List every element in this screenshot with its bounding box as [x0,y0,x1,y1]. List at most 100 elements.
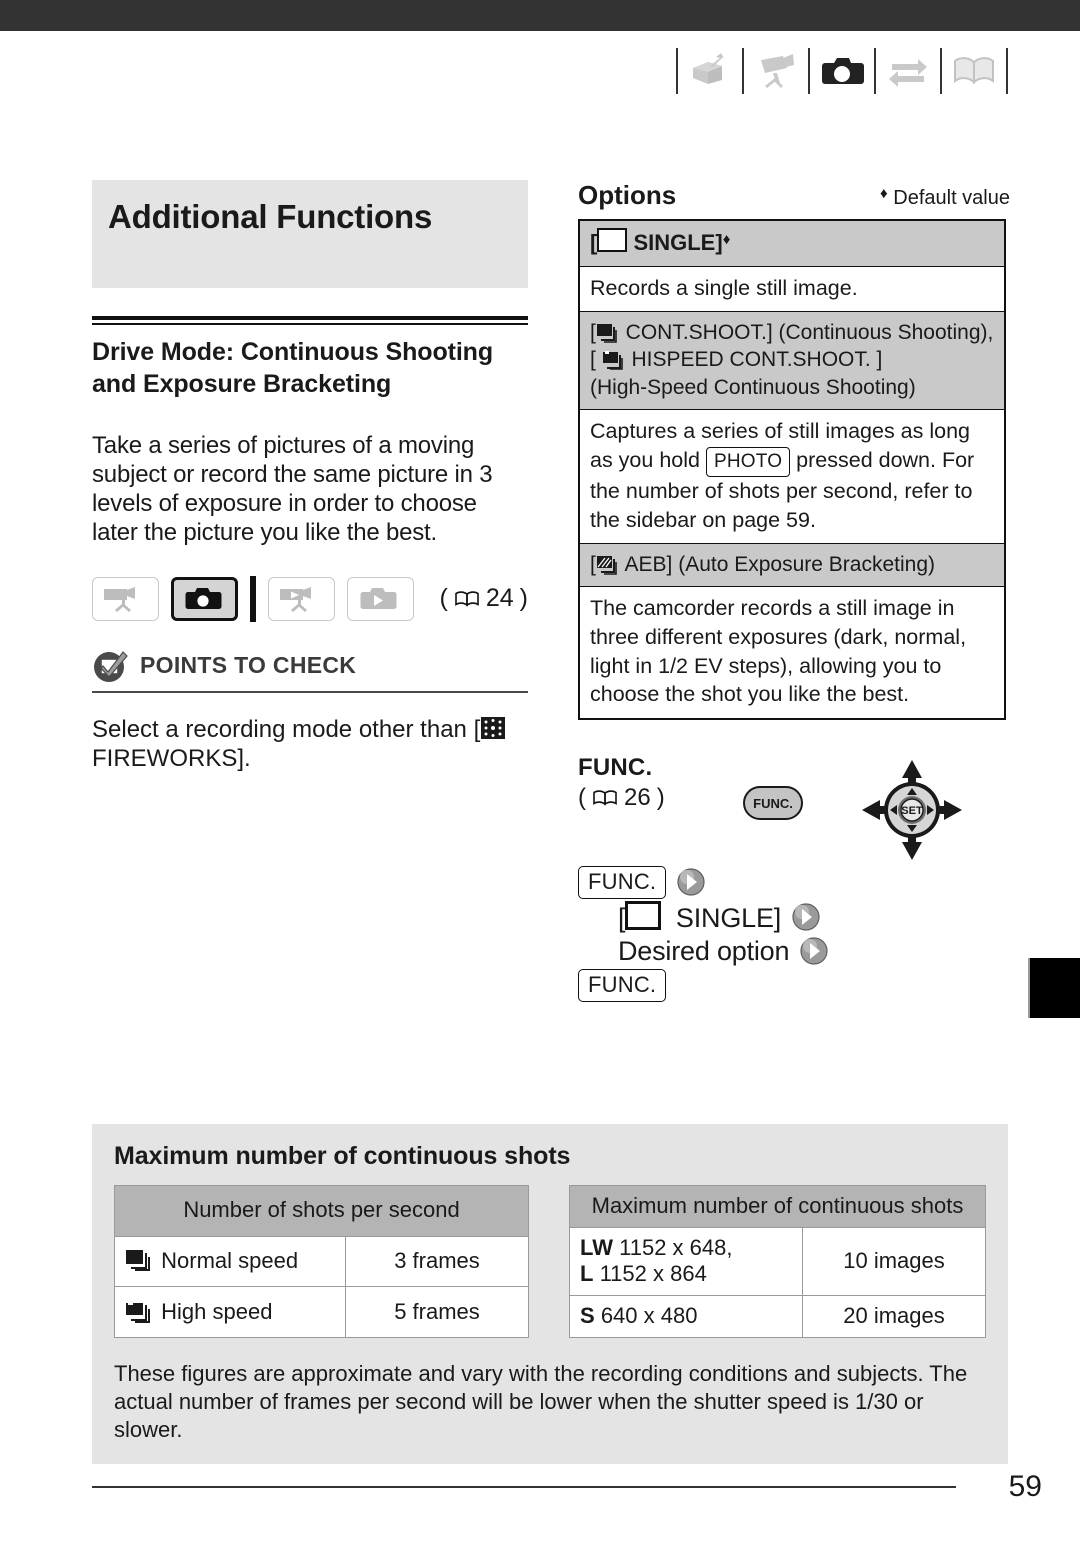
options-table: [ SINGLE]♦ Records a single still image.… [578,219,1006,720]
shots-per-second-header: Number of shots per second [114,1185,529,1237]
icon-divider [940,48,942,94]
default-marker-icon: ♦ [722,231,731,248]
points-to-check-label: POINTS TO CHECK [140,652,357,679]
intro-paragraph: Take a series of pictures of a moving su… [92,431,493,546]
mode-button-row: ( 24 ) [92,575,528,623]
footer-rule [92,1486,956,1488]
right-column: Options ♦ Default value [ SINGLE]♦ Recor… [578,180,1010,1002]
joystick-control-icon[interactable]: SET [860,758,964,862]
chapter-title: Additional Functions [108,198,433,235]
high-speed-cell: High speed [114,1286,346,1338]
mode-page-reference: ( 24 ) [440,584,528,613]
next-arrow-icon [677,868,705,896]
book-reference-icon [455,590,479,607]
camcorder-play-mode-button[interactable] [267,576,335,621]
camcorder-record-icon [748,47,804,95]
ptc-text-after: FIREWORKS]. [92,744,251,772]
bracket-close: ] [715,230,723,255]
ptc-text-before: Select a recording mode other than [ [92,715,481,743]
points-to-check-header: POINTS TO CHECK [92,647,528,685]
shots-per-second-table: Number of shots per second Normal speed … [114,1185,529,1338]
icon-divider [742,48,744,94]
icon-divider [808,48,810,94]
func-step-4: FUNC. [578,968,829,1002]
size-badge-s: S [580,1303,595,1328]
max-shots-value-s: 20 images [802,1295,986,1338]
table-row: LW 1152 x 648, L 1152 x 864 10 images [569,1227,986,1296]
option-body-continuous: Captures a series of still images as lon… [580,410,1004,545]
sidebar-panel: Maximum number of continuous shots Numbe… [92,1124,1008,1465]
func-procedure-block: FUNC. ( 26 ) FUNC. SET FUNC. [SINGLE] D… [578,754,1010,1002]
sidebar-title: Maximum number of continuous shots [114,1142,571,1170]
mode-group-divider [250,575,256,622]
normal-speed-cell: Normal speed [114,1235,346,1288]
func-hardware-button[interactable]: FUNC. [742,782,804,824]
camcorder-record-mode-button[interactable] [92,576,159,621]
func-step-button[interactable]: FUNC. [578,865,667,899]
page-edge-tab [1028,958,1080,1018]
bracket-open: [ [590,230,598,255]
table-header-row: Number of shots per second [114,1185,529,1237]
func-step-list: FUNC. [ SINGLE] Desired option FUNC. [578,865,829,1004]
high-speed-value: 5 frames [345,1286,529,1338]
options-title: Options [578,180,677,210]
func-step-2: [ SINGLE] [618,900,829,934]
max-shots-header: Maximum number of continuous shots [569,1185,986,1228]
cont-shoot-line-2: [ HISPEED CONT.SHOOT. ] [590,348,883,372]
continuous-shooting-icon [596,321,620,344]
options-header: Options ♦ Default value [578,180,1010,211]
svg-text:SET: SET [901,805,923,817]
func-step-button-close[interactable]: FUNC. [578,968,667,1002]
normal-speed-value: 3 frames [345,1235,529,1288]
normal-speed-label: Normal speed [161,1247,299,1273]
high-speed-label: High speed [161,1298,273,1324]
top-dark-bar [0,0,1080,31]
size-badge-lw: LW [580,1235,613,1260]
sidebar-tables: Number of shots per second Normal speed … [114,1185,986,1338]
paren-open: ( [439,584,448,613]
high-speed-burst-icon [125,1299,155,1324]
section-title: Drive Mode: Continuous Shooting and Expo… [92,338,494,398]
func-step-1: FUNC. [578,865,829,899]
high-speed-continuous-shooting-icon [602,348,626,371]
size-text-l: 1152 x 864 [599,1261,707,1286]
icon-divider [874,48,876,94]
next-arrow-icon [800,937,828,965]
photo-play-mode-button[interactable] [346,576,414,621]
unpack-box-icon [682,47,738,95]
exchange-arrows-icon [880,47,936,95]
fireworks-icon [480,716,506,740]
points-to-check-rule [92,690,528,693]
func-page-number: 26 [624,783,651,811]
book-reference-icon [593,790,617,806]
size-lw-l-cell: LW 1152 x 648, L 1152 x 864 [569,1227,803,1296]
size-line-2: L 1152 x 864 [580,1261,792,1287]
single-frame-icon [625,900,662,930]
option-header-aeb: [ AEB] (Auto Exposure Bracketing) [580,544,1004,588]
cont-shoot-line-1: [ CONT.SHOOT.] (Continuous Shooting), [590,321,994,345]
points-to-check-text: Select a recording mode other than [FIRE… [92,715,528,774]
points-to-check-block: POINTS TO CHECK Select a recording mode … [92,647,528,774]
paren-close: ) [519,584,528,613]
table-row: S 640 x 480 20 images [569,1295,986,1338]
func-step-3: Desired option [618,936,829,967]
cont-shoot-line-3: (High-Speed Continuous Shooting) [590,375,916,399]
checkmark-circle-icon [94,650,128,682]
option-body-single: Records a single still image. [580,266,1004,313]
paren-open: ( [578,783,586,811]
size-s-cell: S 640 x 480 [569,1295,803,1338]
next-arrow-icon [792,903,820,931]
func-step-desired-option-label: Desired option [618,935,790,966]
option-label-single: SINGLE [633,230,716,255]
option-header-single: [ SINGLE]♦ [580,221,1004,267]
normal-speed-burst-icon [125,1248,155,1273]
svg-text:FUNC.: FUNC. [753,796,793,811]
photo-camera-mode-button[interactable] [170,576,239,621]
left-column: Additional Functions Drive Mode: Continu… [92,180,528,773]
default-value-label: Default value [893,187,1010,209]
size-badge-l: L [580,1261,594,1286]
photo-button-glyph: PHOTO [705,446,791,477]
option-body-aeb: The camcorder records a still image in t… [580,587,1004,718]
paren-close: ) [656,783,665,811]
open-book-icon [946,47,1002,95]
